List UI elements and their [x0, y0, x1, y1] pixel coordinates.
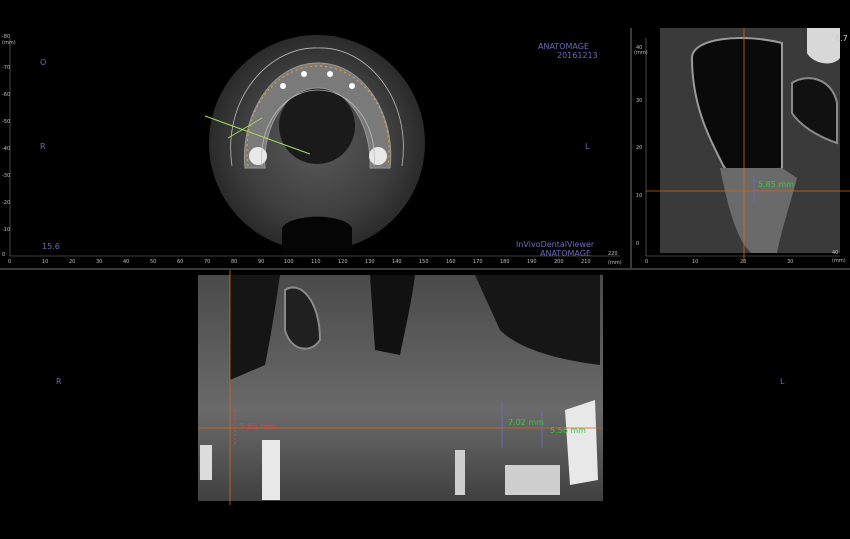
x-tick: 180 [500, 259, 510, 265]
x-tick: 130 [365, 259, 375, 265]
y-unit: (mm) [2, 40, 16, 46]
coronal-measurement-right[interactable]: 5.56 mm [550, 426, 586, 435]
y-tick: -10 [2, 227, 11, 233]
x-tick: 210 [581, 259, 591, 265]
x-tick: 200 [554, 259, 564, 265]
sagittal-x-unit: (mm) [832, 258, 846, 264]
x-tick: 110 [311, 259, 321, 265]
coronal-image [198, 270, 603, 505]
coronal-measurement-left[interactable]: 5.85 mm [240, 422, 276, 431]
x-tick: 0 [8, 259, 12, 265]
y-tick: -20 [2, 200, 11, 206]
x-unit: (mm) [608, 260, 622, 266]
x-tick: 190 [527, 259, 537, 265]
sagittal-x-tick: 10 [692, 259, 699, 265]
sagittal-x-tick: 20 [740, 259, 747, 265]
y-tick: -30 [2, 173, 11, 179]
y-tick: -70 [2, 65, 11, 71]
x-tick: 20 [69, 259, 76, 265]
slice-value: 15.6 [42, 242, 60, 251]
y-tick: -80 [2, 34, 11, 40]
coronal-measurement-middle[interactable]: 7.02 mm [508, 418, 544, 427]
x-tick: 140 [392, 259, 402, 265]
sagittal-y-tick: 20 [636, 145, 643, 151]
brand-label: ANATOMAGE [538, 42, 589, 51]
x-tick: 220 [608, 251, 618, 257]
orientation-top: O [40, 58, 47, 67]
x-tick: 10 [42, 259, 49, 265]
sagittal-orientation-right: 6.7 [835, 34, 848, 43]
sagittal-x-tick: 40 [832, 250, 839, 256]
x-tick: 80 [231, 259, 238, 265]
axial-image [9, 35, 620, 258]
viewer-brand: ANATOMAGE [540, 249, 591, 258]
sagittal-y-tick: 40 [636, 45, 643, 51]
sagittal-view[interactable]: 5.85 mm 6.7 (mm) (mm) 40 30 20 10 0 0 10… [632, 28, 850, 268]
sagittal-y-tick: 0 [636, 241, 640, 247]
x-tick: 100 [284, 259, 294, 265]
sagittal-x-tick: 30 [787, 259, 794, 265]
sagittal-x-tick: 0 [645, 259, 649, 265]
coronal-view[interactable]: R L 5.85 mm 7.02 mm 5.56 mm [0, 270, 850, 539]
x-tick: 160 [446, 259, 456, 265]
sagittal-y-tick: 30 [636, 98, 643, 104]
axial-view[interactable]: ANATOMAGE 20161213 O R L 15.6 InVivoDent… [0, 28, 630, 268]
x-tick: 70 [204, 259, 211, 265]
x-tick: 170 [473, 259, 483, 265]
sagittal-measurement[interactable]: 5.85 mm [758, 180, 794, 189]
x-tick: 30 [96, 259, 103, 265]
y-tick: -50 [2, 119, 11, 125]
date-label: 20161213 [557, 51, 598, 60]
y-tick: 0 [2, 252, 6, 258]
viewer-name: InVivoDentalViewer [516, 240, 595, 249]
y-tick: -60 [2, 92, 11, 98]
orientation-right: L [585, 142, 590, 151]
coronal-orientation-right: L [780, 377, 785, 386]
x-tick: 50 [150, 259, 157, 265]
x-tick: 60 [177, 259, 184, 265]
x-tick: 40 [123, 259, 130, 265]
sagittal-image [645, 28, 850, 263]
sagittal-y-tick: 10 [636, 193, 643, 199]
coronal-orientation-left: R [56, 377, 62, 386]
x-tick: 120 [338, 259, 348, 265]
x-tick: 150 [419, 259, 429, 265]
x-tick: 90 [258, 259, 265, 265]
y-tick: -40 [2, 146, 11, 152]
orientation-left: R [40, 142, 46, 151]
